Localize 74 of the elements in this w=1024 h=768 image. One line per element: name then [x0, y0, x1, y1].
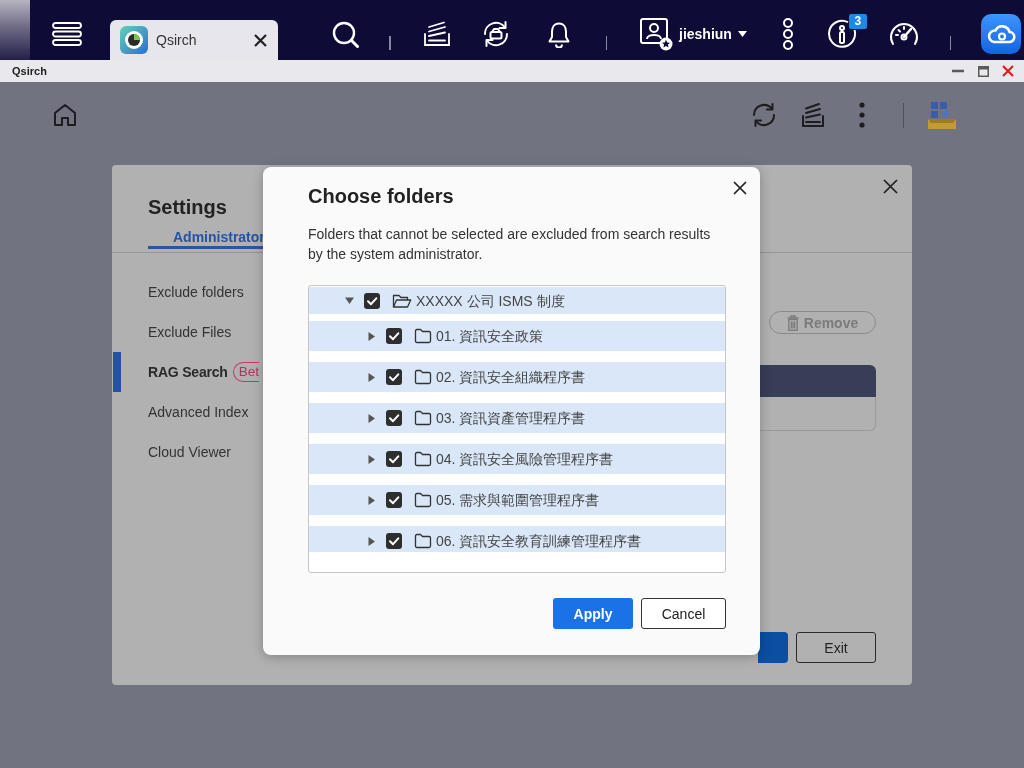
- tree-row[interactable]: 06. 資訊安全教育訓練管理程序書: [309, 526, 725, 552]
- close-icon: [883, 179, 898, 194]
- dialog-description: Folders that cannot be selected are excluded from search results by the system administrator.: [308, 225, 712, 264]
- folder-name: 03. 資訊資產管理程序書: [436, 410, 586, 426]
- primary-button[interactable]: [758, 632, 788, 663]
- user-menu-button[interactable]: jieshiun: [679, 26, 747, 42]
- folder-icon: [414, 533, 432, 549]
- caret-right-icon[interactable]: [367, 331, 376, 341]
- more-icon[interactable]: [780, 18, 795, 50]
- kebab-menu-icon[interactable]: [859, 102, 865, 128]
- menu-icon[interactable]: [52, 22, 82, 46]
- checkbox[interactable]: [386, 410, 402, 426]
- folder-name: 06. 資訊安全教育訓練管理程序書: [436, 533, 642, 549]
- caret-right-icon[interactable]: [367, 413, 376, 423]
- checkbox[interactable]: [364, 292, 380, 309]
- caret-right-icon[interactable]: [367, 536, 376, 546]
- folder-icon: [414, 410, 432, 426]
- folder-icon: [414, 492, 432, 508]
- caret-down-icon: [737, 31, 747, 37]
- tree-row[interactable]: 05. 需求與範圍管理程序書: [309, 485, 725, 515]
- maximize-button[interactable]: [977, 65, 989, 77]
- caret-down-icon[interactable]: [345, 296, 354, 305]
- nav-item[interactable]: Advanced Index: [113, 392, 263, 432]
- window-title: Qsirch: [12, 65, 47, 77]
- restore-icon: [977, 65, 989, 77]
- bell-icon[interactable]: [546, 20, 571, 48]
- cancel-button[interactable]: Cancel: [641, 598, 726, 629]
- settings-title: Settings: [148, 195, 227, 219]
- tree-row[interactable]: XXXXX 公司 ISMS 制度: [309, 287, 725, 314]
- checkbox[interactable]: [386, 328, 402, 344]
- tree-row[interactable]: 03. 資訊資產管理程序書: [309, 403, 725, 433]
- notification-badge: 3: [848, 14, 867, 29]
- dialog-title: Choose folders: [308, 184, 454, 208]
- caret-right-icon[interactable]: [367, 495, 376, 505]
- cloud-icon[interactable]: [981, 14, 1022, 54]
- folder-name: 01. 資訊安全政策: [436, 328, 544, 344]
- close-button[interactable]: [733, 181, 747, 195]
- home-icon[interactable]: [52, 102, 78, 128]
- close-icon: [1002, 65, 1014, 77]
- nav-item[interactable]: Exclude Files: [113, 312, 263, 352]
- folder-name: 02. 資訊安全組織程序書: [436, 369, 586, 385]
- checkbox[interactable]: [386, 492, 402, 508]
- search-icon[interactable]: [332, 20, 359, 48]
- info-icon[interactable]: [826, 19, 857, 49]
- checkbox[interactable]: [386, 369, 402, 385]
- checkbox[interactable]: [386, 533, 402, 549]
- folder-icon: [414, 451, 432, 467]
- folder-icon: [414, 328, 432, 344]
- tree-row[interactable]: 02. 資訊安全組織程序書: [309, 362, 725, 392]
- folder-name: XXXXX 公司 ISMS 制度: [416, 292, 565, 309]
- folder-name: 05. 需求與範圍管理程序書: [436, 492, 600, 508]
- exit-button[interactable]: Exit: [796, 632, 876, 663]
- tree-row[interactable]: 04. 資訊安全風險管理程序書: [309, 444, 725, 474]
- nav-item[interactable]: Cloud Viewer: [113, 432, 263, 472]
- checkbox[interactable]: [386, 451, 402, 467]
- apply-button[interactable]: Apply: [553, 598, 633, 629]
- nav-item[interactable]: Exclude folders: [113, 272, 263, 312]
- close-icon: [254, 33, 267, 47]
- app-logo-icon: [120, 26, 148, 54]
- tab-close-button[interactable]: [254, 33, 267, 47]
- wallpaper-strip: [0, 0, 30, 60]
- close-button[interactable]: [883, 179, 898, 194]
- folder-name: 04. 資訊安全風險管理程序書: [436, 451, 614, 467]
- trash-icon: [786, 314, 799, 331]
- caret-right-icon[interactable]: [367, 372, 376, 382]
- folder-open-icon: [392, 292, 412, 309]
- folder-icon: [414, 369, 432, 385]
- tree-row[interactable]: 01. 資訊安全政策: [309, 321, 725, 351]
- tray-icon[interactable]: [422, 21, 451, 47]
- close-icon: [733, 181, 747, 195]
- caret-right-icon[interactable]: [367, 454, 376, 464]
- user-icon[interactable]: [639, 17, 673, 51]
- app-tab[interactable]: Qsirch: [110, 20, 278, 60]
- refresh-icon[interactable]: [750, 101, 778, 129]
